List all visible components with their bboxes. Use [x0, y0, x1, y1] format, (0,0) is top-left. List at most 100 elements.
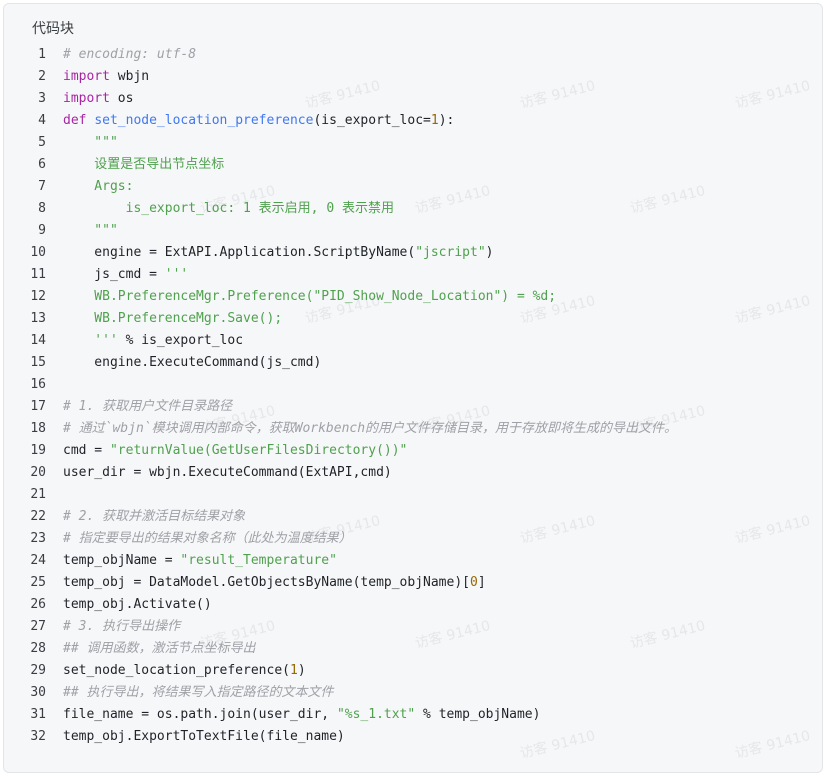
line-number: 22 [30, 509, 46, 524]
code-line: 28 ## 调用函数，激活节点坐标导出 [4, 638, 824, 660]
code-token: "%s_1.txt" [336, 707, 416, 722]
code-token: 设置是否导出节点坐标 [63, 157, 225, 172]
code-token: ] [477, 575, 486, 590]
line-content: ''' % is_export_loc [63, 330, 243, 352]
code-token: ) [297, 663, 306, 678]
line-number: 26 [30, 597, 46, 612]
code-line: 16 [4, 374, 824, 396]
line-number: 24 [30, 553, 46, 568]
code-block-panel: 代码块 访客 91410 访客 91410 访客 91410 访客 91410 … [3, 3, 823, 773]
code-line: 9 """ [4, 220, 824, 242]
line-number: 17 [30, 399, 46, 414]
line-content: cmd = "returnValue(GetUserFilesDirectory… [63, 440, 407, 462]
line-content: ## 执行导出，将结果写入指定路径的文本文件 [63, 682, 333, 704]
line-number: 29 [30, 663, 46, 678]
code-token: # encoding: utf-8 [63, 47, 197, 62]
code-token: """ [63, 223, 118, 238]
line-content: # encoding: utf-8 [63, 44, 196, 66]
line-content: engine.ExecuteCommand(js_cmd) [63, 352, 321, 374]
line-number: 6 [38, 157, 46, 172]
code-token: ): [438, 113, 455, 128]
code-token: (is_export_loc= [313, 113, 431, 128]
code-line: 26 temp_obj.Activate() [4, 594, 824, 616]
line-content: import os [63, 88, 133, 110]
code-token: ) [485, 245, 494, 260]
code-token: # 3. 执行导出操作 [63, 619, 181, 634]
code-token: "jscript" [415, 245, 486, 260]
code-line: 8 is_export_loc: 1 表示启用, 0 表示禁用 [4, 198, 824, 220]
code-block-title: 代码块 [32, 21, 74, 37]
code-line: 19 cmd = "returnValue(GetUserFilesDirecto… [4, 440, 824, 462]
code-line: 14 ''' % is_export_loc [4, 330, 824, 352]
code-token: os [109, 91, 134, 106]
line-number: 13 [30, 311, 46, 326]
line-content: file_name = os.path.join(user_dir, "%s_1… [63, 704, 540, 726]
code-line: 18 # 通过`wbjn`模块调用内部命令，获取Workbench的用户文件存储目… [4, 418, 824, 440]
code-token: ''' [164, 267, 189, 282]
code-token: ''' [63, 333, 118, 348]
line-content: def set_node_location_preference(is_expo… [63, 110, 454, 132]
code-token: # 通过`wbjn`模块调用内部命令，获取Workbench的用户文件存储目录，… [63, 421, 678, 436]
line-number: 28 [30, 641, 46, 656]
line-content: # 3. 执行导出操作 [63, 616, 180, 638]
code-token: js_cmd = [63, 267, 165, 282]
code-token: Args: [63, 179, 134, 194]
line-number: 12 [30, 289, 46, 304]
code-token: temp_obj.Activate() [63, 597, 212, 612]
line-number: 11 [30, 267, 46, 282]
code-token: # 2. 获取并激活目标结果对象 [63, 509, 246, 524]
line-number: 3 [38, 91, 46, 106]
code-token: import [63, 91, 110, 106]
code-line: 23 # 指定要导出的结果对象名称（此处为温度结果） [4, 528, 824, 550]
code-line: 32 temp_obj.ExportToTextFile(file_name) [4, 726, 824, 748]
line-number: 18 [30, 421, 46, 436]
line-number: 19 [30, 443, 46, 458]
code-line: 4 def set_node_location_preference(is_exp… [4, 110, 824, 132]
code-line: 2 import wbjn [4, 66, 824, 88]
code-token: "result_Temperature" [180, 553, 337, 568]
code-line: 25 temp_obj = DataModel.GetObjectsByName(… [4, 572, 824, 594]
line-content: user_dir = wbjn.ExecuteCommand(ExtAPI,cm… [63, 462, 392, 484]
code-line: 5 """ [4, 132, 824, 154]
line-content: # 通过`wbjn`模块调用内部命令，获取Workbench的用户文件存储目录，… [63, 418, 677, 440]
line-number: 32 [30, 729, 46, 744]
line-content: import wbjn [63, 66, 149, 88]
line-content: # 2. 获取并激活目标结果对象 [63, 506, 245, 528]
line-number: 2 [38, 69, 46, 84]
line-number: 14 [30, 333, 46, 348]
code-line: 15 engine.ExecuteCommand(js_cmd) [4, 352, 824, 374]
code-token: % is_export_loc [117, 333, 244, 348]
line-content: Args: [63, 176, 133, 198]
code-token: def [63, 113, 87, 128]
code-token: WB.PreferenceMgr.Save(); [63, 311, 283, 326]
line-content: 设置是否导出节点坐标 [63, 154, 224, 176]
line-content: engine = ExtAPI.Application.ScriptByName… [63, 242, 493, 264]
line-number: 20 [30, 465, 46, 480]
code-token: 1 [430, 113, 439, 128]
line-content: temp_obj.Activate() [63, 594, 212, 616]
line-number: 10 [30, 245, 46, 260]
code-token: is_export_loc: 1 表示启用, 0 表示禁用 [63, 201, 394, 216]
code-line: 13 WB.PreferenceMgr.Save(); [4, 308, 824, 330]
code-token: temp_obj = DataModel.GetObjectsByName(te… [63, 575, 470, 590]
code-line: 20 user_dir = wbjn.ExecuteCommand(ExtAPI,… [4, 462, 824, 484]
code-line: 24 temp_objName = "result_Temperature" [4, 550, 824, 572]
code-line: 3 import os [4, 88, 824, 110]
code-token: temp_obj.ExportToTextFile(file_name) [63, 729, 345, 744]
code-token: WB.PreferenceMgr.Preference("PID_Show_No… [63, 289, 557, 304]
code-token: user_dir = wbjn.ExecuteCommand(ExtAPI,cm… [63, 465, 392, 480]
code-line: 6 设置是否导出节点坐标 [4, 154, 824, 176]
code-token: set_node_location_preference [94, 113, 314, 128]
code-token: # 指定要导出的结果对象名称（此处为温度结果） [63, 531, 352, 546]
code-token: set_node_location_preference( [63, 663, 290, 678]
line-content: js_cmd = ''' [63, 264, 188, 286]
code-token: # 1. 获取用户文件目录路径 [63, 399, 233, 414]
code-token: wbjn [109, 69, 150, 84]
code-token: engine.ExecuteCommand(js_cmd) [63, 355, 322, 370]
code-listing[interactable]: 1 # encoding: utf-8 2 import wbjn 3 import os… [4, 44, 824, 748]
line-content: set_node_location_preference(1) [63, 660, 306, 682]
code-token: engine = ExtAPI.Application.ScriptByName… [63, 245, 416, 260]
code-line: 1 # encoding: utf-8 [4, 44, 824, 66]
line-number: 16 [30, 377, 46, 392]
code-line: 30 ## 执行导出，将结果写入指定路径的文本文件 [4, 682, 824, 704]
